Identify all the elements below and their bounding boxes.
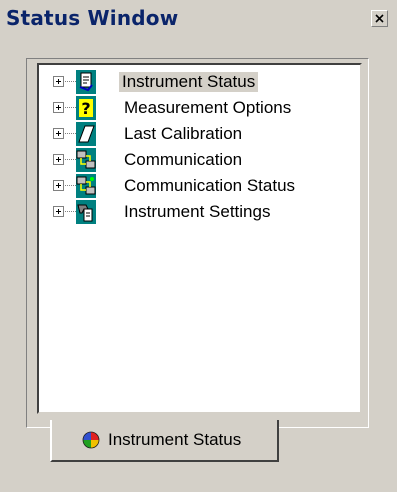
expand-icon[interactable] bbox=[53, 206, 64, 217]
tree-item-measurement-options[interactable]: ? Measurement Options bbox=[39, 95, 359, 121]
network-icon bbox=[76, 148, 96, 172]
tree-item-last-calibration[interactable]: Last Calibration bbox=[39, 121, 359, 147]
expand-icon[interactable] bbox=[53, 102, 64, 113]
expand-icon[interactable] bbox=[53, 180, 64, 191]
instrument-status-icon bbox=[76, 70, 96, 94]
calibration-icon bbox=[76, 122, 96, 146]
tree-connector bbox=[65, 159, 76, 160]
tree-connector bbox=[65, 81, 76, 82]
tree-item-label: Instrument Settings bbox=[124, 202, 271, 221]
network-status-icon bbox=[76, 174, 96, 198]
svg-text:?: ? bbox=[81, 99, 90, 118]
close-icon bbox=[375, 14, 384, 23]
tree-item-label: Last Calibration bbox=[124, 124, 243, 143]
globe-icon bbox=[82, 431, 100, 449]
expand-icon[interactable] bbox=[53, 128, 64, 139]
expand-icon[interactable] bbox=[53, 76, 64, 87]
tree-connector bbox=[65, 211, 76, 212]
tree-item-label: Communication bbox=[124, 150, 243, 169]
tree-item-label: Instrument Status bbox=[119, 72, 259, 92]
tree-item-label: Communication Status bbox=[124, 176, 296, 195]
title-bar: Status Window bbox=[0, 0, 397, 34]
tree-item-instrument-settings[interactable]: Instrument Settings bbox=[39, 199, 359, 225]
tab-label: Instrument Status bbox=[108, 430, 242, 449]
status-tree[interactable]: Instrument Status ? Measurement Options … bbox=[37, 63, 362, 414]
tree-connector bbox=[65, 185, 76, 186]
tree-connector bbox=[65, 133, 76, 134]
tree-item-communication-status[interactable]: Communication Status bbox=[39, 173, 359, 199]
settings-icon bbox=[76, 200, 96, 224]
expand-icon[interactable] bbox=[53, 154, 64, 165]
tree-item-instrument-status[interactable]: Instrument Status bbox=[39, 69, 359, 95]
close-button[interactable] bbox=[371, 10, 388, 27]
tab-instrument-status[interactable]: Instrument Status bbox=[50, 420, 279, 462]
window-title: Status Window bbox=[6, 6, 179, 30]
tree-item-label: Measurement Options bbox=[124, 98, 292, 117]
question-icon: ? bbox=[76, 96, 96, 120]
tree-connector bbox=[65, 107, 76, 108]
tree-item-communication[interactable]: Communication bbox=[39, 147, 359, 173]
